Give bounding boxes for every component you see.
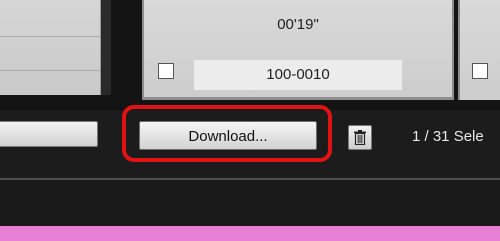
thumbnail-gap (101, 0, 111, 95)
selection-count: 1 / 31 Sele (412, 128, 484, 145)
video-thumbnail[interactable]: 00'19" 100-0010 (142, 0, 454, 100)
previous-thumbnail[interactable] (0, 0, 101, 95)
download-button[interactable]: Download... (139, 121, 317, 150)
thumbnail-strip: 00'19" 100-0010 (0, 0, 500, 110)
delete-button[interactable] (348, 125, 372, 150)
lower-panel (0, 180, 500, 226)
next-thumbnail[interactable] (458, 0, 500, 100)
bottom-bar (0, 226, 500, 241)
partial-button[interactable] (0, 121, 98, 147)
thumbnail-select-checkbox[interactable] (158, 63, 174, 79)
thumbnail-divider (0, 36, 100, 37)
trash-icon (354, 130, 366, 145)
video-duration: 00'19" (277, 16, 319, 33)
browser-window: 00'19" 100-0010 Download... 1 / 31 Sele (0, 0, 500, 241)
thumbnail-filename: 100-0010 (194, 60, 402, 90)
thumbnail-divider (0, 70, 100, 71)
next-thumbnail-checkbox[interactable] (472, 63, 488, 79)
